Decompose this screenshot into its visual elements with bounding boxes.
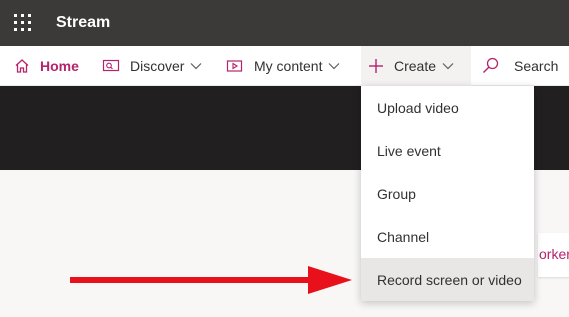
red-arrow-annotation bbox=[70, 266, 352, 294]
